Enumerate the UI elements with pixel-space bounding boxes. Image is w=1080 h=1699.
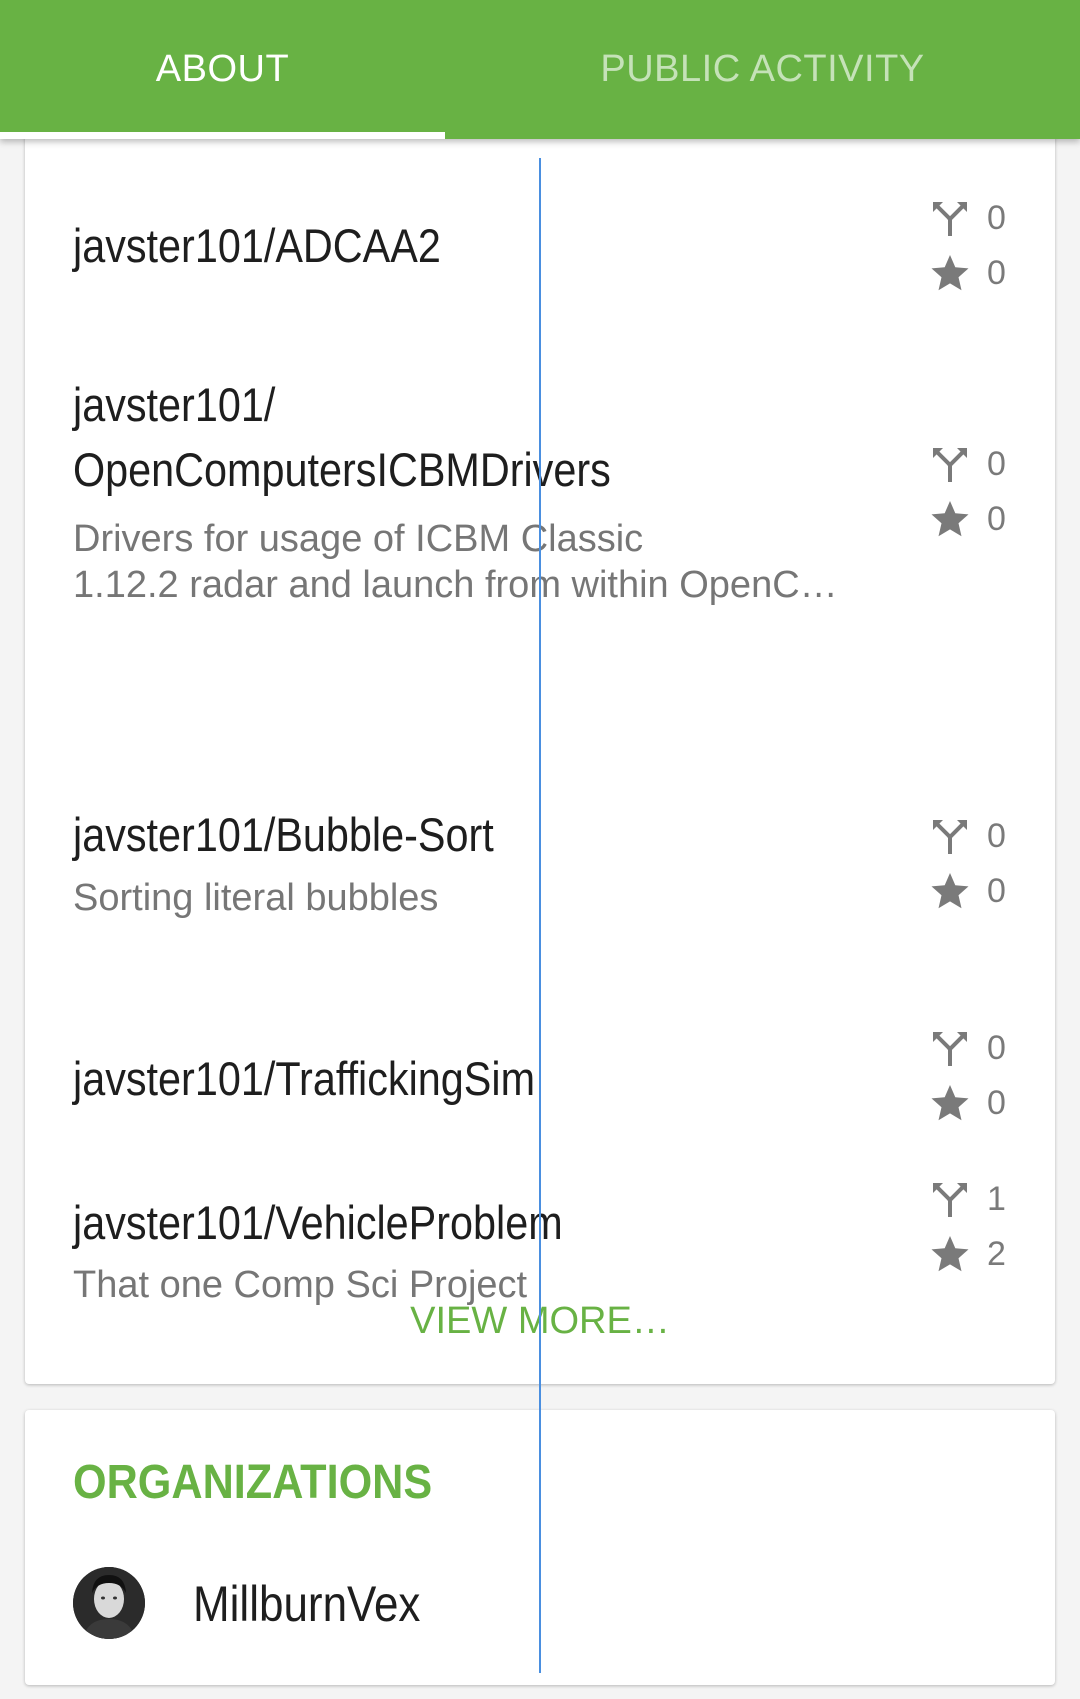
organizations-title: ORGANIZATIONS (73, 1456, 433, 1509)
repo-name-line-2: OpenComputersICBMDrivers (73, 443, 611, 496)
fork-icon (933, 1032, 967, 1066)
tab-about[interactable]: ABOUT (0, 0, 445, 139)
fork-count: 0 (987, 198, 1006, 237)
fork-count: 1 (987, 1179, 1006, 1218)
repo-name: javster101/TraffickingSim (73, 1052, 536, 1105)
organization-name: MillburnVex (193, 1576, 421, 1632)
repo-stats: 0 0 (930, 196, 1040, 306)
star-stat: 0 (930, 497, 1006, 541)
fork-stat: 0 (930, 442, 1006, 486)
repo-description-line-1: Drivers for usage of ICBM Classic (73, 518, 644, 560)
repo-name: javster101/ADCAA2 (73, 219, 441, 272)
avatar (73, 1567, 145, 1639)
star-stat: 0 (930, 1081, 1006, 1125)
repo-description-line-2: 1.12.2 radar and launch from within Open… (73, 564, 838, 606)
star-icon (931, 501, 969, 537)
star-count: 0 (987, 499, 1006, 538)
star-count: 0 (987, 871, 1006, 910)
avatar-image (73, 1567, 145, 1639)
tab-public-activity[interactable]: PUBLIC ACTIVITY (540, 0, 985, 139)
star-stat: 0 (930, 251, 1006, 295)
repo-name: javster101/VehicleProblem (73, 1196, 563, 1249)
fork-icon (933, 448, 967, 482)
repo-description: Sorting literal bubbles (73, 877, 439, 919)
repo-stats: 0 0 (930, 814, 1040, 924)
fork-count: 0 (987, 444, 1006, 483)
fork-icon (933, 202, 967, 236)
repo-stats: 0 0 (930, 442, 1040, 552)
star-count: 2 (987, 1234, 1006, 1273)
tab-selected-indicator (0, 132, 445, 139)
fork-stat: 0 (930, 196, 1006, 240)
layout-guide-line (539, 158, 541, 1673)
fork-stat: 1 (930, 1177, 1006, 1221)
tab-bar: ABOUT PUBLIC ACTIVITY (0, 0, 1080, 139)
star-icon (931, 1085, 969, 1121)
star-icon (931, 1236, 969, 1272)
fork-stat: 0 (930, 814, 1006, 858)
fork-count: 0 (987, 816, 1006, 855)
star-icon (931, 255, 969, 291)
repo-name: javster101/Bubble-Sort (73, 808, 494, 861)
star-count: 0 (987, 1083, 1006, 1122)
repo-stats: 0 0 (930, 1026, 1040, 1136)
fork-stat: 0 (930, 1026, 1006, 1070)
star-stat: 0 (930, 869, 1006, 913)
star-count: 0 (987, 253, 1006, 292)
fork-count: 0 (987, 1028, 1006, 1067)
fork-icon (933, 820, 967, 854)
star-icon (931, 873, 969, 909)
fork-icon (933, 1183, 967, 1217)
repo-stats: 1 2 (930, 1177, 1040, 1287)
repo-name-line-1: javster101/ (73, 378, 276, 431)
star-stat: 2 (930, 1232, 1006, 1276)
